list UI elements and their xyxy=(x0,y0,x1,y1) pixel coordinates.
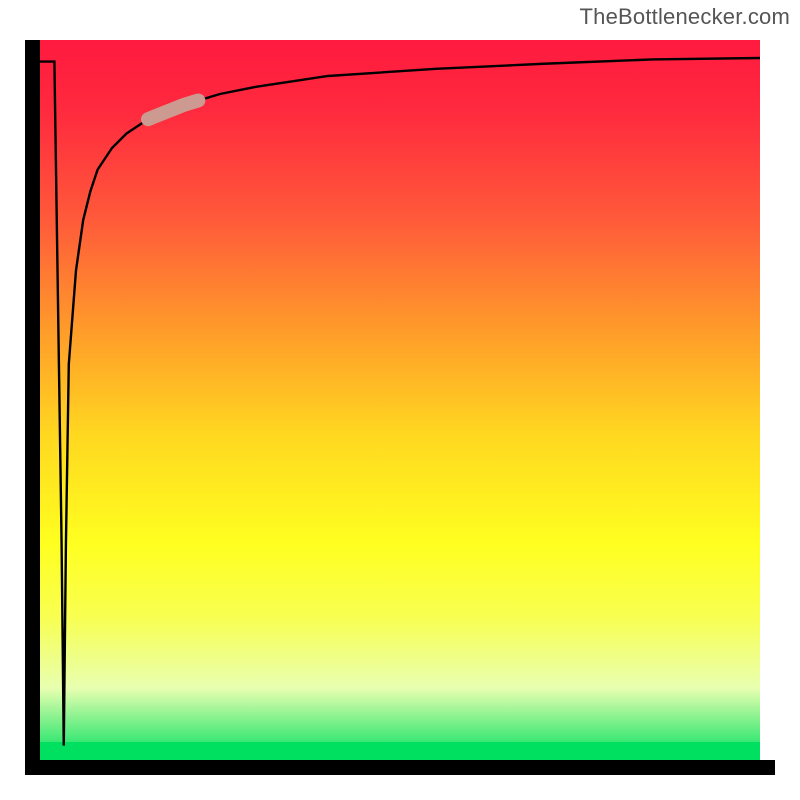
chart-container: TheBottlenecker.com xyxy=(0,0,800,800)
watermark-text: TheBottlenecker.com xyxy=(580,4,790,30)
bottleneck-curve xyxy=(40,58,760,746)
curve-layer xyxy=(40,40,760,760)
x-axis xyxy=(25,760,775,775)
curve-highlight-segment xyxy=(148,100,198,119)
y-axis xyxy=(25,40,40,775)
